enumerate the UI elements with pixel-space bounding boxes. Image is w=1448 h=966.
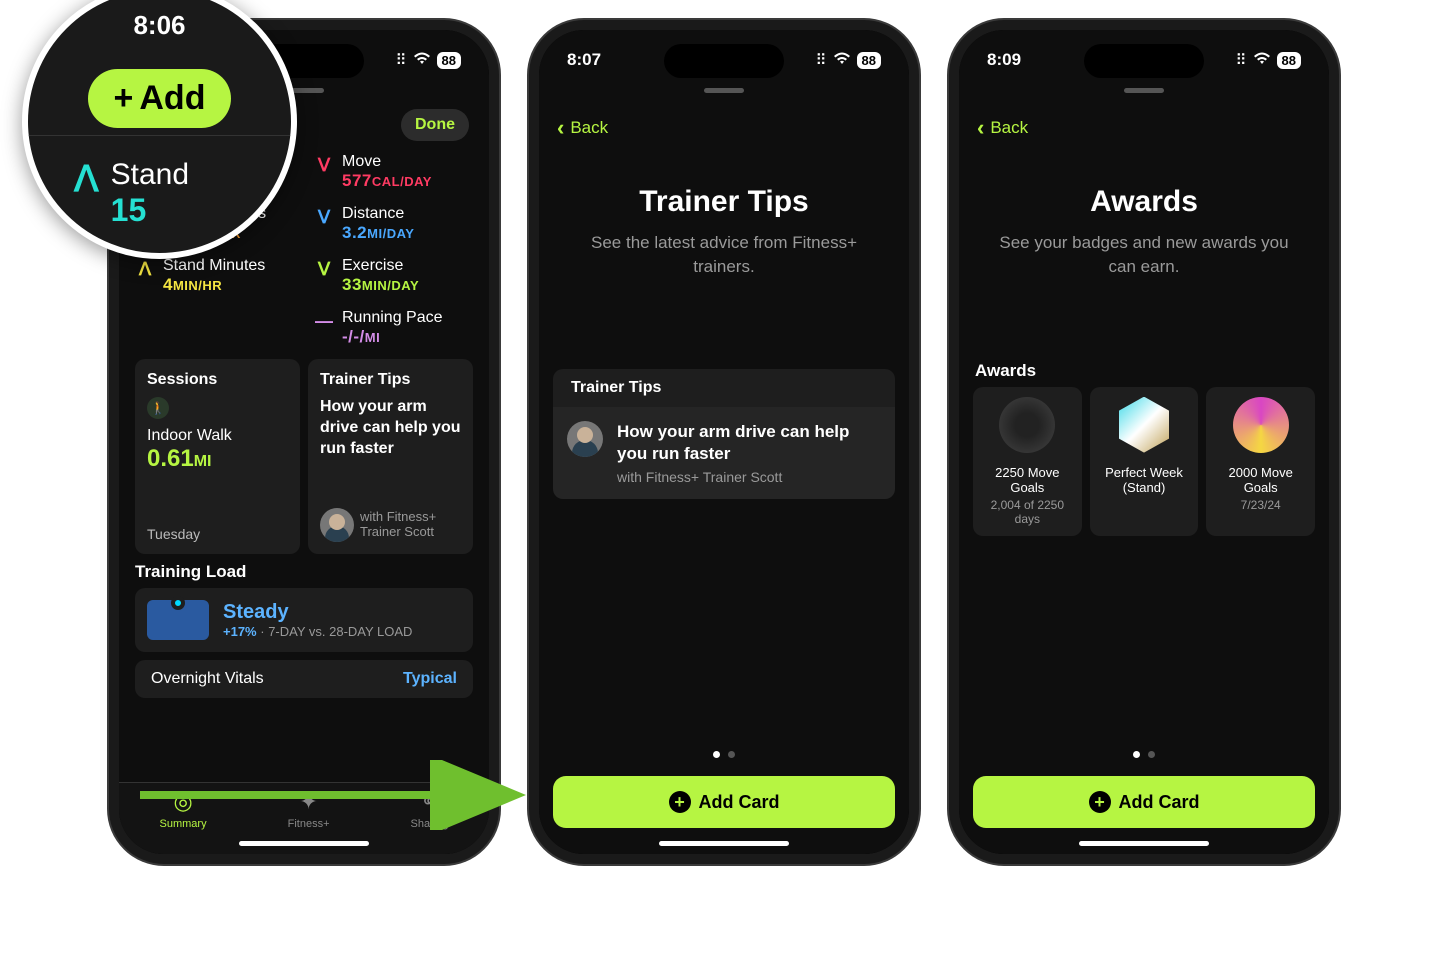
trainer-tips-card[interactable]: Trainer Tips How your arm drive can help… [308, 359, 473, 554]
badge-icon [1119, 397, 1169, 453]
plus-circle-icon: + [1089, 791, 1111, 813]
dash-icon: — [314, 311, 334, 332]
cellular-icon: ⠿ [396, 51, 407, 69]
tips-section-header: Trainer Tips [553, 369, 895, 407]
chevron-left-icon: ‹ [557, 115, 564, 141]
home-indicator[interactable] [239, 841, 369, 846]
page-dots[interactable] [539, 751, 909, 758]
phone-2-trainer-tips: 8:07 ⠿88 ‹Back Trainer Tips See the late… [529, 20, 919, 864]
trainer-avatar [320, 508, 354, 542]
tip-row[interactable]: How your arm drive can help you run fast… [553, 407, 895, 499]
battery-icon: 88 [437, 52, 461, 69]
wifi-icon [833, 52, 851, 69]
add-card-button[interactable]: + Add Card [973, 776, 1315, 828]
page-title: Trainer Tips [579, 185, 869, 219]
chevron-up-icon: ᐱ [135, 259, 155, 280]
chevron-left-icon: ‹ [977, 115, 984, 141]
back-button[interactable]: ‹Back [539, 101, 909, 155]
training-load-card[interactable]: Steady +17% · 7-DAY vs. 28-DAY LOAD [135, 588, 473, 652]
award-card[interactable]: 2250 Move Goals 2,004 of 2250 days [973, 387, 1082, 536]
sessions-card[interactable]: Sessions 🚶 Indoor Walk 0.61MI Tuesday [135, 359, 300, 554]
sheet-handle[interactable] [1124, 88, 1164, 93]
back-button[interactable]: ‹Back [959, 101, 1329, 155]
annotation-arrow [140, 760, 540, 830]
plus-icon: + [114, 79, 134, 118]
add-card-button[interactable]: + Add Card [553, 776, 895, 828]
badge-icon [1233, 397, 1289, 453]
chevron-down-icon: ᐯ [314, 259, 334, 280]
awards-section-header: Awards [959, 353, 1329, 387]
home-indicator[interactable] [1079, 841, 1209, 846]
page-dots[interactable] [959, 751, 1329, 758]
chevron-down-icon: ᐯ [314, 155, 334, 176]
cellular-icon: ⠿ [816, 51, 827, 69]
walk-icon: 🚶 [147, 397, 169, 419]
plus-circle-icon: + [669, 791, 691, 813]
done-button[interactable]: Done [401, 109, 469, 141]
load-gauge-icon [147, 600, 209, 640]
wifi-icon [1253, 52, 1271, 69]
overnight-vitals-row[interactable]: Overnight Vitals Typical [135, 660, 473, 698]
sheet-handle[interactable] [704, 88, 744, 93]
chevron-down-icon: ᐯ [314, 207, 334, 228]
trainer-avatar [567, 421, 603, 457]
home-indicator[interactable] [659, 841, 789, 846]
page-title: Awards [999, 185, 1289, 219]
training-load-title: Training Load [119, 554, 489, 588]
chevron-up-icon: ᐱ [74, 158, 99, 200]
badge-icon [999, 397, 1055, 453]
add-button-zoomed[interactable]: + Add [88, 69, 232, 128]
phone-3-awards: 8:09 ⠿88 ‹Back Awards See your badges an… [949, 20, 1339, 864]
award-card[interactable]: 2000 Move Goals 7/23/24 [1206, 387, 1315, 536]
wifi-icon [413, 52, 431, 69]
cellular-icon: ⠿ [1236, 51, 1247, 69]
status-time: 8:06 [133, 10, 185, 41]
award-card[interactable]: Perfect Week (Stand) [1090, 387, 1199, 536]
